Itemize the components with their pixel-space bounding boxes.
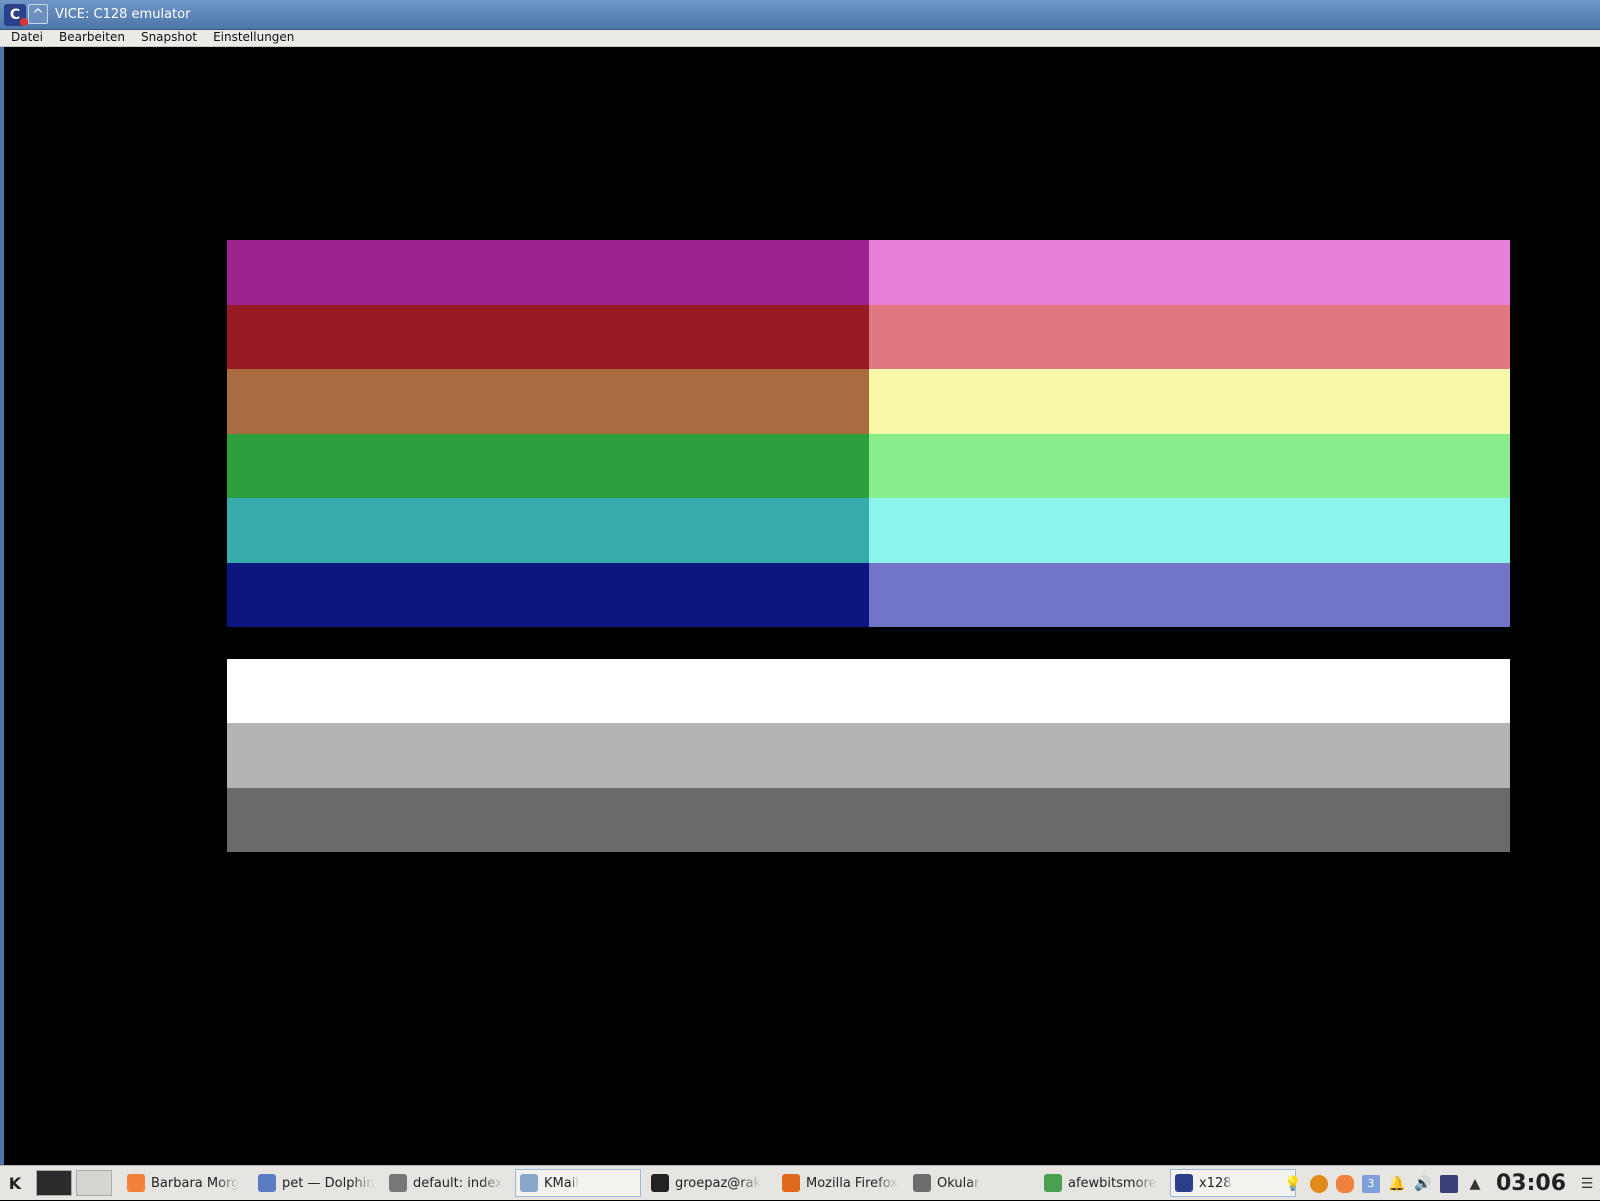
- task-label: default: index: [413, 1175, 503, 1191]
- palette-swatch-light: [868, 498, 1510, 563]
- task-label: Barbara Morg: [151, 1175, 240, 1191]
- palette-row: [227, 240, 1510, 305]
- palette-row: [227, 304, 1510, 369]
- radioactive-icon[interactable]: [1309, 1174, 1328, 1193]
- palette-swatch-light: [868, 562, 1510, 627]
- emulator-window: C ^ VICE: C128 emulator Datei Bearbeiten…: [0, 0, 1600, 1165]
- palette-row: [227, 369, 1510, 434]
- task-list: Barbara Morg pet — Dolphin default: index K…: [122, 1169, 1301, 1197]
- taskbar-task[interactable]: x128: [1170, 1169, 1296, 1197]
- pager-desktop-2[interactable]: [76, 1170, 112, 1196]
- mail-count-icon[interactable]: 3: [1361, 1174, 1380, 1193]
- taskbar-task[interactable]: Barbara Morg: [122, 1169, 248, 1197]
- task-label: x128: [1199, 1175, 1232, 1191]
- application-launcher-icon[interactable]: K: [0, 1166, 30, 1201]
- color-palette-upper: [227, 240, 1510, 627]
- task-label: KMail: [544, 1175, 579, 1191]
- menu-datei[interactable]: Datei: [0, 30, 51, 46]
- palette-swatch-dark: [227, 562, 869, 627]
- clock[interactable]: 03:06: [1496, 1171, 1566, 1196]
- palette-swatch-light: [868, 369, 1510, 434]
- palette-row: [227, 498, 1510, 563]
- task-label: Okular: [937, 1175, 980, 1191]
- taskbar-task[interactable]: pet — Dolphin: [253, 1169, 379, 1197]
- taskbar-task[interactable]: Okular: [908, 1169, 1034, 1197]
- task-label: Mozilla Firefox: [806, 1175, 898, 1191]
- palette-swatch-light: [868, 433, 1510, 498]
- menu-bar: Datei Bearbeiten Snapshot Einstellungen: [0, 30, 1600, 47]
- monitor-icon[interactable]: [1439, 1174, 1458, 1193]
- task-app-icon: [127, 1174, 145, 1192]
- palette-row: [227, 433, 1510, 498]
- palette-swatch-dark: [227, 498, 869, 563]
- palette-swatch-dark: [227, 240, 869, 305]
- task-app-icon: [913, 1174, 931, 1192]
- menu-bearbeiten[interactable]: Bearbeiten: [51, 30, 133, 46]
- volume-icon[interactable]: 🔊: [1414, 1175, 1432, 1193]
- vice-app-icon[interactable]: C: [4, 4, 28, 26]
- task-app-icon: [389, 1174, 407, 1192]
- task-app-icon: [651, 1174, 669, 1192]
- window-shade-button[interactable]: ^: [28, 4, 48, 24]
- palette-swatch-dark: [227, 369, 869, 434]
- palette-swatch-dark: [227, 433, 869, 498]
- mail-icon[interactable]: [1335, 1174, 1354, 1193]
- task-label: pet — Dolphin: [282, 1175, 375, 1191]
- menu-einstellungen[interactable]: Einstellungen: [205, 30, 302, 46]
- task-app-icon: [1175, 1174, 1193, 1192]
- menu-icon[interactable]: ☰: [1578, 1175, 1596, 1193]
- pager-desktop-1[interactable]: [36, 1170, 72, 1196]
- palette-swatch-gray: [227, 787, 1510, 853]
- menu-snapshot[interactable]: Snapshot: [133, 30, 205, 46]
- window-title: VICE: C128 emulator: [55, 7, 191, 22]
- taskbar-task[interactable]: Mozilla Firefox: [777, 1169, 903, 1197]
- expand-tray-icon[interactable]: ▲: [1466, 1175, 1484, 1193]
- task-app-icon: [258, 1174, 276, 1192]
- task-app-icon: [520, 1174, 538, 1192]
- taskbar-task[interactable]: afewbitsmore: [1039, 1169, 1165, 1197]
- taskbar-task[interactable]: default: index: [384, 1169, 510, 1197]
- palette-swatch-gray: [227, 659, 1510, 724]
- palette-swatch-dark: [227, 304, 869, 369]
- taskbar: K Barbara Morg pet — Dolphin default: inde…: [0, 1165, 1600, 1200]
- task-label: afewbitsmore: [1068, 1175, 1157, 1191]
- palette-swatch-gray: [227, 723, 1510, 788]
- title-bar[interactable]: C ^ VICE: C128 emulator: [0, 0, 1600, 30]
- system-tray: 💡 3 🔔 🔊 ▲ 03:06 ☰: [1280, 1166, 1600, 1201]
- lightbulb-icon[interactable]: 💡: [1284, 1175, 1302, 1193]
- task-app-icon: [782, 1174, 800, 1192]
- task-app-icon: [1044, 1174, 1062, 1192]
- color-palette-grays: [227, 659, 1510, 853]
- task-label: groepaz@rak: [675, 1175, 762, 1191]
- bell-icon[interactable]: 🔔: [1388, 1175, 1406, 1193]
- palette-swatch-light: [868, 304, 1510, 369]
- taskbar-task[interactable]: KMail: [515, 1169, 641, 1197]
- palette-swatch-light: [868, 240, 1510, 305]
- emulator-screen[interactable]: [4, 47, 1600, 1165]
- taskbar-task[interactable]: groepaz@rak: [646, 1169, 772, 1197]
- palette-row: [227, 562, 1510, 627]
